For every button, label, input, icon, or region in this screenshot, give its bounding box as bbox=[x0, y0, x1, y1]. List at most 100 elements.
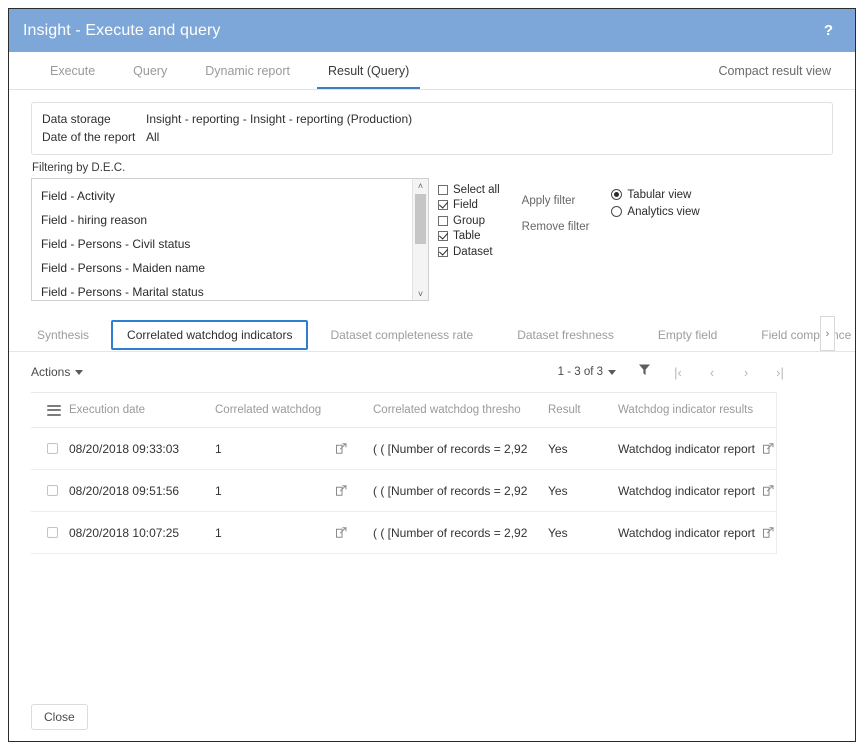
tab-correlated-watchdog-indicators[interactable]: Correlated watchdog indicators bbox=[111, 320, 308, 350]
external-link-icon[interactable] bbox=[336, 485, 347, 496]
external-link-icon[interactable] bbox=[763, 485, 774, 496]
scrollbar-thumb[interactable] bbox=[415, 194, 426, 244]
cell-execution-date: 08/20/2018 09:33:03 bbox=[69, 442, 215, 456]
table-row[interactable]: 08/20/2018 09:51:56 1 ( ( [Number of rec… bbox=[31, 470, 777, 512]
row-select-cell bbox=[31, 443, 69, 454]
column-header-execution-date[interactable]: Execution date bbox=[69, 404, 215, 416]
apply-filter-button[interactable]: Apply filter bbox=[522, 188, 590, 214]
column-header-correlated-watchdog-wrap: Correlated watchdog bbox=[215, 404, 373, 416]
chevron-right-icon[interactable]: › bbox=[820, 316, 835, 351]
hamburger-menu-icon[interactable] bbox=[47, 405, 61, 416]
table-row[interactable]: 08/20/2018 09:33:03 1 ( ( [Number of rec… bbox=[31, 428, 777, 470]
list-item[interactable]: Field - Persons - Civil status bbox=[41, 232, 412, 256]
dec-field-listbox[interactable]: Field - Activity Field - hiring reason F… bbox=[31, 178, 429, 301]
cell-threshold: ( ( [Number of records = 2,92 bbox=[373, 526, 548, 540]
last-page-button[interactable]: ›| bbox=[763, 365, 797, 380]
tab-execute[interactable]: Execute bbox=[31, 52, 114, 89]
help-icon[interactable]: ? bbox=[818, 20, 839, 41]
list-item[interactable]: Field - hiring reason bbox=[41, 208, 412, 232]
cell-correlated-watchdog: 1 bbox=[215, 484, 222, 498]
checkbox-group[interactable]: Group bbox=[438, 213, 500, 229]
chevron-down-icon bbox=[75, 370, 83, 375]
close-button[interactable]: Close bbox=[31, 704, 88, 730]
dialog-content: Data storage Insight - reporting - Insig… bbox=[9, 90, 855, 301]
cell-result: Yes bbox=[548, 484, 618, 498]
row-select-cell bbox=[31, 527, 69, 538]
checkbox-label: Field bbox=[453, 199, 478, 211]
next-page-button[interactable]: › bbox=[729, 365, 763, 380]
radio-icon bbox=[611, 189, 622, 200]
cell-result: Yes bbox=[548, 526, 618, 540]
tab-query[interactable]: Query bbox=[114, 52, 186, 89]
checkbox-icon bbox=[438, 216, 448, 226]
window-titlebar: Insight - Execute and query ? bbox=[9, 9, 855, 52]
column-header-correlated-watchdog-threshold[interactable]: Correlated watchdog thresho bbox=[373, 404, 548, 416]
cell-threshold: ( ( [Number of records = 2,92 bbox=[373, 484, 548, 498]
filtering-controls: Field - Activity Field - hiring reason F… bbox=[31, 178, 833, 301]
page-range-dropdown[interactable]: 1 - 3 of 3 bbox=[558, 366, 616, 378]
tab-dataset-freshness[interactable]: Dataset freshness bbox=[495, 320, 636, 350]
filter-action-links: Apply filter Remove filter bbox=[522, 178, 590, 240]
checkbox-label: Dataset bbox=[453, 246, 493, 258]
column-header-correlated-watchdog[interactable]: Correlated watchdog bbox=[215, 404, 321, 416]
external-link-icon[interactable] bbox=[336, 443, 347, 454]
row-select-cell bbox=[31, 485, 69, 496]
info-row-date-of-report: Date of the report All bbox=[42, 128, 822, 146]
checkbox-icon bbox=[438, 231, 448, 241]
table-header-row: Execution date Correlated watchdog Corre… bbox=[31, 393, 777, 428]
primary-tabbar: Execute Query Dynamic report Result (Que… bbox=[9, 52, 855, 90]
checkbox-table[interactable]: Table bbox=[438, 229, 500, 245]
date-of-report-value: All bbox=[146, 128, 159, 146]
row-checkbox[interactable] bbox=[47, 443, 58, 454]
checkbox-select-all[interactable]: Select all bbox=[438, 182, 500, 198]
tab-dynamic-report[interactable]: Dynamic report bbox=[186, 52, 309, 89]
external-link-icon[interactable] bbox=[763, 443, 774, 454]
data-storage-label: Data storage bbox=[42, 110, 146, 128]
compact-result-view-button[interactable]: Compact result view bbox=[718, 52, 841, 89]
radio-analytics-view[interactable]: Analytics view bbox=[611, 203, 699, 220]
actions-dropdown-button[interactable]: Actions bbox=[31, 365, 83, 379]
grid-toolbar-right: 1 - 3 of 3 |‹ ‹ › ›| bbox=[558, 363, 845, 381]
cell-execution-date: 08/20/2018 09:51:56 bbox=[69, 484, 215, 498]
dialog-footer: Close bbox=[9, 693, 855, 741]
previous-page-button[interactable]: ‹ bbox=[695, 365, 729, 380]
scroll-down-icon[interactable]: ˅ bbox=[413, 287, 428, 300]
column-header-watchdog-indicator-results[interactable]: Watchdog indicator results bbox=[618, 404, 777, 416]
tab-empty-field[interactable]: Empty field bbox=[636, 320, 739, 350]
cell-indicator-results-wrap: Watchdog indicator report bbox=[618, 442, 777, 456]
row-checkbox[interactable] bbox=[47, 485, 58, 496]
radio-tabular-view[interactable]: Tabular view bbox=[611, 186, 699, 203]
filtering-section-label: Filtering by D.E.C. bbox=[32, 162, 833, 174]
row-checkbox[interactable] bbox=[47, 527, 58, 538]
cell-threshold: ( ( [Number of records = 2,92 bbox=[373, 442, 548, 456]
cell-indicator-results: Watchdog indicator report bbox=[618, 526, 755, 540]
tab-dataset-completeness-rate[interactable]: Dataset completeness rate bbox=[308, 320, 495, 350]
list-item[interactable]: Field - Activity bbox=[41, 184, 412, 208]
column-header-result[interactable]: Result bbox=[548, 404, 618, 416]
tab-field-compliance[interactable]: Field compliance a bbox=[739, 320, 855, 350]
page-title: Insight - Execute and query bbox=[23, 22, 220, 40]
listbox-scrollbar[interactable]: ˄ ˅ bbox=[412, 179, 428, 300]
external-link-icon[interactable] bbox=[336, 527, 347, 538]
cell-correlated-watchdog: 1 bbox=[215, 526, 222, 540]
cell-correlated-watchdog-wrap: 1 bbox=[215, 484, 373, 498]
external-link-icon[interactable] bbox=[763, 527, 774, 538]
filter-funnel-icon[interactable] bbox=[638, 363, 651, 381]
cell-correlated-watchdog: 1 bbox=[215, 442, 222, 456]
results-table: Execution date Correlated watchdog Corre… bbox=[31, 392, 777, 554]
tab-result-query[interactable]: Result (Query) bbox=[309, 52, 428, 89]
tab-synthesis[interactable]: Synthesis bbox=[15, 320, 111, 350]
cell-indicator-results-wrap: Watchdog indicator report bbox=[618, 484, 777, 498]
checkbox-dataset[interactable]: Dataset bbox=[438, 244, 500, 260]
date-of-report-label: Date of the report bbox=[42, 128, 146, 146]
list-item[interactable]: Field - Persons - Marital status bbox=[41, 280, 412, 300]
list-item[interactable]: Field - Persons - Maiden name bbox=[41, 256, 412, 280]
cell-execution-date: 08/20/2018 10:07:25 bbox=[69, 526, 215, 540]
column-menu-cell bbox=[31, 405, 69, 416]
first-page-button[interactable]: |‹ bbox=[661, 365, 695, 380]
checkbox-label: Group bbox=[453, 215, 485, 227]
scroll-up-icon[interactable]: ˄ bbox=[413, 179, 428, 192]
remove-filter-button[interactable]: Remove filter bbox=[522, 214, 590, 240]
checkbox-field[interactable]: Field bbox=[438, 198, 500, 214]
table-row[interactable]: 08/20/2018 10:07:25 1 ( ( [Number of rec… bbox=[31, 512, 777, 554]
